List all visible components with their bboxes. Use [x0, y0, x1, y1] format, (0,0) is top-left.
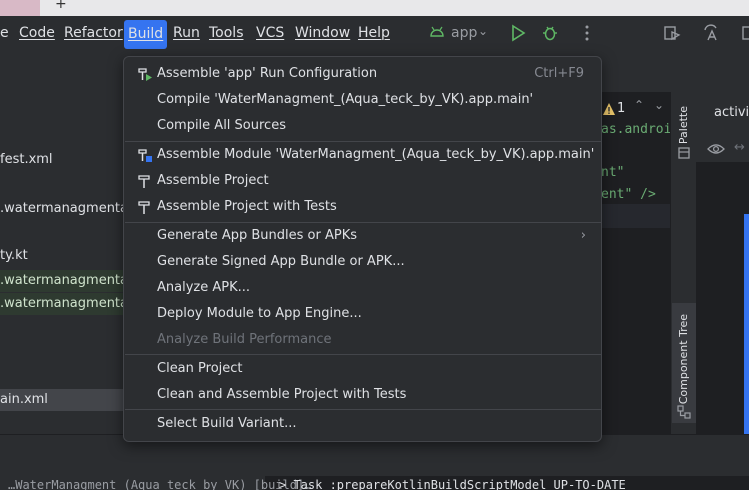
code-line: ent" /> [601, 187, 656, 202]
new-tab-icon[interactable]: + [55, 0, 67, 12]
chevron-right-icon: › [580, 228, 586, 243]
menu-item-assemble-module[interactable]: Assemble Module 'WaterManagment_(Aqua_te… [125, 142, 601, 168]
more-options-icon[interactable] [578, 24, 596, 42]
menu-item-label: Analyze Build Performance [157, 332, 332, 347]
menu-separator [125, 354, 601, 355]
project-test-package-item[interactable]: .watermanagmentac [0, 293, 135, 315]
window-tab-strip: + [0, 0, 749, 16]
menu-item-clean-project[interactable]: Clean Project [125, 356, 601, 382]
caret-line-highlight [600, 204, 670, 228]
menu-item-compile-module[interactable]: Compile 'WaterManagment_(Aqua_teck_by_VK… [125, 87, 601, 113]
menu-item-label: Assemble Module 'WaterManagment_(Aqua_te… [157, 147, 595, 162]
project-file-activity[interactable]: ty.kt [0, 248, 28, 263]
menu-item-compile-all-sources[interactable]: Compile All Sources [125, 113, 601, 139]
hammer-module-icon [138, 149, 152, 162]
menu-separator [125, 409, 601, 410]
menu-build[interactable]: Build [124, 20, 168, 49]
hammer-run-icon [138, 68, 152, 81]
menu-item-assemble-project[interactable]: Assemble Project [125, 168, 601, 194]
code-line: nt" [601, 165, 625, 180]
menu-item-select-build-variant[interactable]: Select Build Variant... [125, 411, 601, 437]
menu-item-label: Generate App Bundles or APKs [157, 228, 358, 243]
design-canvas[interactable] [696, 162, 749, 434]
run-icon[interactable] [509, 24, 527, 42]
code-line: as.androi [601, 122, 672, 137]
hammer-icon [138, 175, 150, 188]
menu-item-label: Clean Project [157, 361, 243, 376]
chevron-up-icon[interactable]: ⌃ [634, 98, 644, 112]
settings-partial-icon[interactable] [741, 24, 749, 42]
design-file-tab[interactable]: activit [714, 105, 749, 120]
editor-tab-bar [600, 54, 670, 92]
component-tree-tool-tab[interactable]: Component Tree [677, 314, 690, 404]
chevron-down-icon[interactable]: ⌄ [654, 98, 664, 112]
menu-item-label: Assemble Project with Tests [157, 199, 337, 214]
eye-icon[interactable] [707, 142, 725, 156]
project-test-package-item[interactable]: .watermanagmentac [0, 270, 135, 292]
menu-item-analyze-build-performance: Analyze Build Performance [125, 327, 601, 353]
menu-help[interactable]: Help [358, 25, 390, 41]
menu-edit-partial[interactable]: e [0, 25, 9, 41]
menu-item-label: Analyze APK... [157, 280, 251, 295]
menu-vcs[interactable]: VCS [256, 25, 284, 41]
menu-item-shortcut: Ctrl+F9 [534, 66, 584, 81]
menu-item-label: Assemble Project [157, 173, 269, 188]
device-preview-edge [744, 214, 749, 434]
build-menu-dropdown: Assemble 'app' Run Configuration Ctrl+F9… [123, 56, 602, 442]
menu-item-generate-signed[interactable]: Generate Signed App Bundle or APK... [125, 249, 601, 275]
menu-item-label: Assemble 'app' Run Configuration [157, 66, 378, 81]
menu-item-label: Compile All Sources [157, 118, 286, 133]
translate-icon[interactable] [702, 24, 720, 42]
run-config-selector[interactable]: app [451, 25, 477, 41]
project-file-manifest[interactable]: fest.xml [0, 152, 53, 167]
menu-build-label: Build [128, 26, 164, 42]
palette-icon[interactable] [677, 146, 691, 160]
menu-item-clean-assemble-tests[interactable]: Clean and Assemble Project with Tests [125, 382, 601, 408]
resize-arrows-icon[interactable]: ↔ [734, 140, 745, 155]
menu-item-label: Generate Signed App Bundle or APK... [157, 254, 405, 269]
menu-item-assemble-project-tests[interactable]: Assemble Project with Tests [125, 194, 601, 220]
menu-run[interactable]: Run [173, 25, 200, 41]
android-icon [430, 26, 444, 37]
window-tab[interactable] [0, 0, 40, 16]
menu-item-label: Compile 'WaterManagment_(Aqua_teck_by_VK… [157, 92, 534, 107]
menu-item-label: Clean and Assemble Project with Tests [157, 387, 407, 402]
warning-icon[interactable] [602, 102, 616, 116]
menu-item-analyze-apk[interactable]: Analyze APK... [125, 275, 601, 301]
hammer-icon [138, 201, 150, 214]
warning-count: 1 [617, 101, 626, 116]
debug-icon[interactable] [541, 24, 559, 42]
menu-tools[interactable]: Tools [209, 25, 244, 41]
build-output-line: > Task :prepareKotlinBuildScriptModel UP… [279, 478, 626, 490]
menu-item-label: Select Build Variant... [157, 416, 297, 431]
build-tree-item[interactable]: …WaterManagment_(Aqua_teck_by_VK) [build… [8, 478, 311, 490]
component-tree-icon[interactable] [677, 405, 691, 419]
menu-item-label: Deploy Module to App Engine... [157, 306, 362, 321]
palette-tool-tab[interactable]: Palette [677, 106, 690, 144]
menu-item-deploy-app-engine[interactable]: Deploy Module to App Engine... [125, 301, 601, 327]
menu-code[interactable]: Code [19, 25, 55, 41]
project-package-item[interactable]: .watermanagmentac [0, 201, 135, 216]
main-menubar: e Code Refactor Build Run Tools VCS Wind… [0, 16, 749, 54]
project-panel [0, 54, 124, 434]
menu-window[interactable]: Window [295, 25, 350, 41]
menu-refactor[interactable]: Refactor [64, 25, 123, 41]
code-with-me-icon[interactable] [663, 24, 681, 42]
chevron-down-icon[interactable]: ⌄ [478, 24, 488, 38]
project-file-layout-selected[interactable]: ain.xml [0, 389, 124, 411]
menu-item-assemble-run-config[interactable]: Assemble 'app' Run Configuration Ctrl+F9 [125, 61, 601, 87]
menu-item-generate-bundles[interactable]: Generate App Bundles or APKs › [125, 223, 601, 249]
